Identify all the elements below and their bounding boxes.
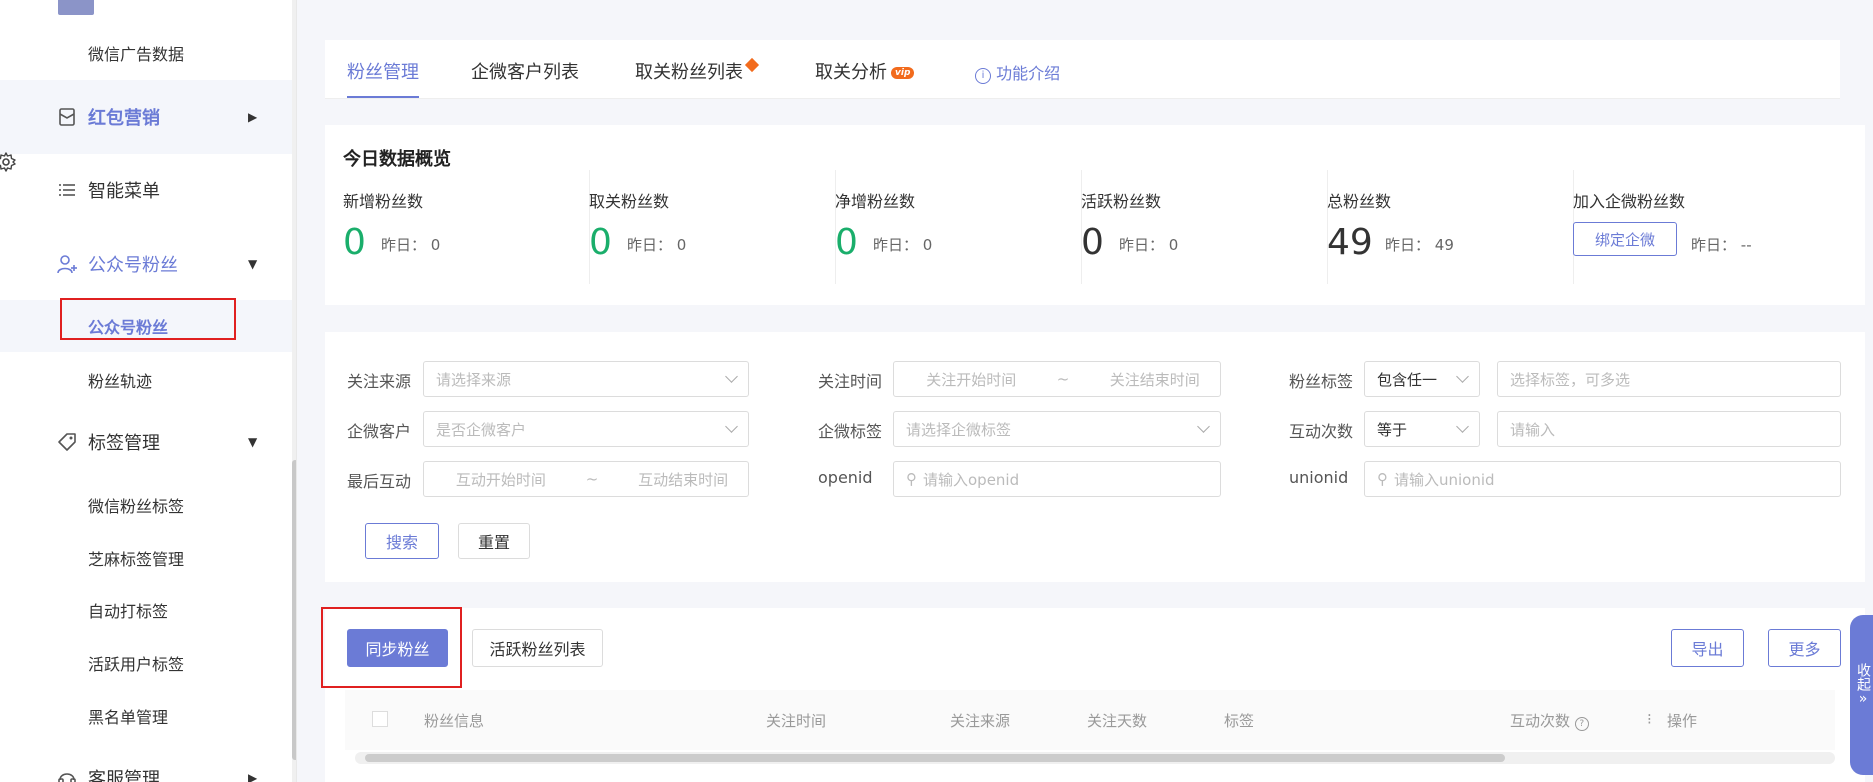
highlight-box <box>321 607 462 688</box>
premium-diamond-icon <box>744 57 760 73</box>
stat-active-fans: 活跃粉丝数 0 昨日： 0 <box>1081 170 1328 284</box>
col-actions: 操作 <box>1667 712 1698 730</box>
search-icon: ⚲ <box>906 470 917 488</box>
col-follow-time: 关注时间 <box>766 712 827 730</box>
sidebar-item-fans-group[interactable]: 公众号粉丝 ▼ <box>0 244 292 284</box>
sidebar-item-wechat-fan-tags[interactable]: 微信粉丝标签 <box>0 479 292 531</box>
sidebar-item-wechat-ad-data[interactable]: 微信广告数据 <box>0 27 292 79</box>
select-all-checkbox[interactable] <box>372 711 388 727</box>
more-button[interactable]: 更多 <box>1768 629 1841 667</box>
sidebar-item-customer-service[interactable]: 客服管理 ▶ <box>0 758 292 782</box>
tag-mode-select[interactable]: 包含任一 <box>1364 361 1480 397</box>
tab-wecom-customers[interactable]: 企微客户列表 <box>471 58 579 96</box>
stat-new-fans: 新增粉丝数 0 昨日： 0 <box>343 170 590 284</box>
col-ellipsis-marker: ⁝ <box>1647 710 1652 728</box>
double-chevron-icon: » <box>1858 691 1868 707</box>
info-icon: i <box>975 68 991 84</box>
user-add-icon <box>56 253 78 275</box>
tab-unfollowed-fans[interactable]: 取关粉丝列表 <box>635 57 760 96</box>
active-fans-list-button[interactable]: 活跃粉丝列表 <box>472 629 603 667</box>
col-tags: 标签 <box>1224 712 1255 730</box>
gear-icon[interactable] <box>0 152 16 172</box>
feature-intro-link[interactable]: i 功能介绍 <box>975 60 1060 98</box>
col-interact-count: 互动次数 ? <box>1510 710 1589 731</box>
caret-down-icon: ▼ <box>248 435 258 449</box>
collapse-side-button[interactable]: 收起 » <box>1850 615 1873 775</box>
table-horizontal-scrollbar[interactable] <box>355 752 1835 764</box>
stat-unfollowed-fans: 取关粉丝数 0 昨日： 0 <box>589 170 836 284</box>
bind-wecom-button[interactable]: 绑定企微 <box>1573 222 1677 256</box>
col-follow-days: 关注天数 <box>1087 712 1148 730</box>
red-packet-icon <box>56 106 78 128</box>
sidebar-scrollbar-thumb[interactable] <box>292 460 296 760</box>
highlight-box <box>60 298 236 340</box>
interact-count-input[interactable]: 请输入 <box>1497 411 1841 447</box>
last-interact-range[interactable]: 互动开始时间 ~ 互动结束时间 <box>423 461 749 497</box>
tab-fans-management[interactable]: 粉丝管理 <box>347 58 419 98</box>
headset-icon <box>56 767 78 782</box>
stat-wecom-fans: 加入企微粉丝数 绑定企微 昨日： -- <box>1573 192 1752 256</box>
sidebar-item-sesame-tags[interactable]: 芝麻标签管理 <box>0 532 292 584</box>
sidebar-item-tag-management[interactable]: 标签管理 ▼ <box>0 422 292 462</box>
col-fan-info: 粉丝信息 <box>424 712 485 730</box>
table-scrollbar-thumb[interactable] <box>365 754 1505 762</box>
search-button[interactable]: 搜索 <box>365 523 439 559</box>
tab-bar: 粉丝管理 企微客户列表 取关粉丝列表 取关分析 vip i 功能介绍 <box>325 40 1840 99</box>
follow-time-range[interactable]: 关注开始时间 ~ 关注结束时间 <box>893 361 1221 397</box>
col-follow-source: 关注来源 <box>950 712 1011 730</box>
sidebar-item-auto-tag[interactable]: 自动打标签 <box>0 584 292 636</box>
sidebar-item-blacklist[interactable]: 黑名单管理 <box>0 690 292 742</box>
chevron-down-icon <box>1456 370 1469 383</box>
sidebar-item-active-user-tags[interactable]: 活跃用户标签 <box>0 637 292 689</box>
interact-op-select[interactable]: 等于 <box>1364 411 1480 447</box>
list-icon <box>56 179 78 201</box>
export-button[interactable]: 导出 <box>1671 629 1744 667</box>
vip-badge: vip <box>891 67 915 79</box>
source-select[interactable]: 请选择来源 <box>423 361 749 397</box>
chevron-down-icon <box>1456 420 1469 433</box>
reset-button[interactable]: 重置 <box>458 523 530 559</box>
tab-unfollow-analysis[interactable]: 取关分析 vip <box>815 58 915 96</box>
openid-input[interactable]: ⚲ 请输入openid <box>893 461 1221 497</box>
caret-right-icon: ▶ <box>248 771 258 782</box>
sidebar-item-fans-track[interactable]: 粉丝轨迹 <box>0 354 292 406</box>
search-icon: ⚲ <box>1377 470 1388 488</box>
overview-title: 今日数据概览 <box>343 149 451 170</box>
tag-multi-select[interactable]: 选择标签，可多选 <box>1497 361 1841 397</box>
chevron-down-icon <box>725 370 738 383</box>
sidebar-scrollbar[interactable] <box>292 0 296 782</box>
caret-down-icon: ▼ <box>248 257 258 271</box>
stat-total-fans: 总粉丝数 49 昨日： 49 <box>1327 170 1574 284</box>
unionid-input[interactable]: ⚲ 请输入unionid <box>1364 461 1841 497</box>
wecom-tag-select[interactable]: 请选择企微标签 <box>893 411 1221 447</box>
sidebar-item-red-packet[interactable]: 红包营销 ▶ <box>0 80 292 154</box>
sidebar-top-indicator <box>58 0 94 15</box>
stat-net-fans: 净增粉丝数 0 昨日： 0 <box>835 170 1082 284</box>
caret-right-icon: ▶ <box>248 110 258 124</box>
sidebar: 微信广告数据 红包营销 ▶ 智能菜单 公众号粉丝 ▼ 公众号粉丝 粉丝轨迹 标签… <box>0 0 297 782</box>
chevron-down-icon <box>725 420 738 433</box>
sidebar-item-smart-menu[interactable]: 智能菜单 <box>0 170 292 210</box>
chevron-down-icon <box>1197 420 1210 433</box>
tag-icon <box>56 431 78 453</box>
question-icon: ? <box>1574 717 1589 731</box>
wecom-customer-select[interactable]: 是否企微客户 <box>423 411 749 447</box>
